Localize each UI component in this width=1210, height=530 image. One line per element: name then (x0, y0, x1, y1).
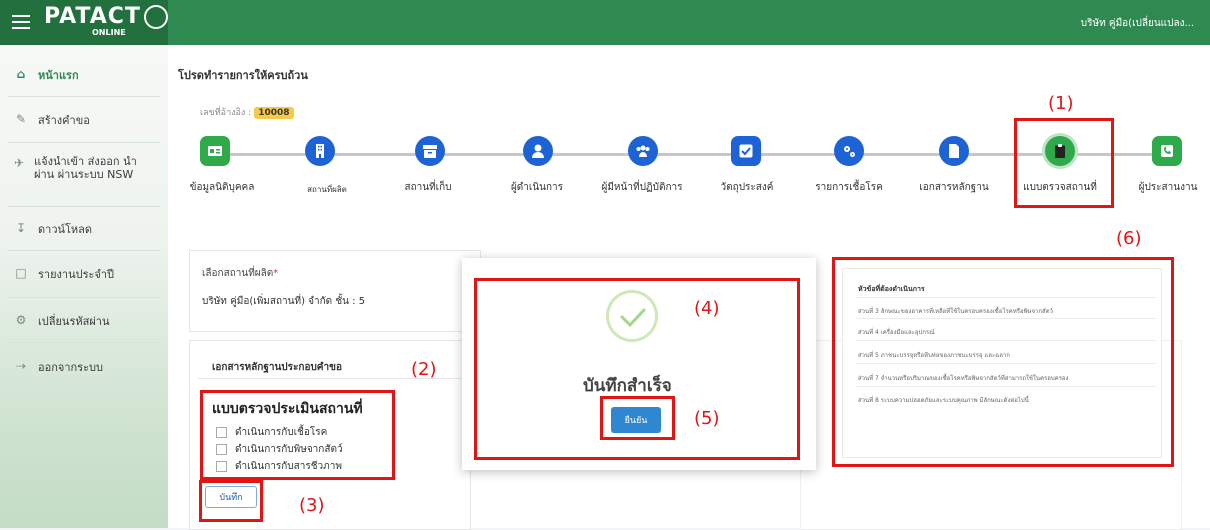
annotation-box-6 (832, 257, 1174, 467)
pencil-icon: ✎ (15, 112, 27, 126)
gears-icon: ⚙ (15, 313, 27, 327)
file-icon (949, 144, 959, 158)
reference-number: เลขที่อ้างอิง :10008 (200, 105, 294, 119)
step-label-coordinator: ผู้ประสานงาน (1138, 182, 1198, 193)
user-icon (532, 144, 544, 158)
sidebar-item-logout[interactable]: ⇢ ออกจากระบบ (0, 358, 168, 376)
id-card-icon (208, 146, 222, 156)
step-label-pathogen-list: รายการเชื้อโรค (815, 182, 883, 193)
step-label-juristic-person: ข้อมูลนิติบุคคล (189, 182, 255, 193)
logo-emblem-icon (144, 5, 168, 29)
step-label-production-site: สถานที่ผลิต (307, 185, 347, 194)
sidebar-item-label: แจ้งนำเข้า ส่งออก นำผ่าน ผ่านระบบ NSW (34, 155, 137, 181)
sidebar-item-annual-report[interactable]: □ รายงานประจำปี (0, 265, 168, 283)
annotation-box-5 (600, 396, 675, 440)
step-coordinator[interactable] (1152, 136, 1182, 166)
annotation-label-6: (6) (1116, 228, 1142, 249)
annotation-label-5: (5) (694, 408, 720, 429)
step-responsible-persons[interactable] (628, 136, 658, 166)
logo-subtext: ONLINE (92, 28, 126, 37)
step-label-purpose: วัตถุประสงค์ (720, 182, 774, 193)
sidebar-item-label: หน้าแรก (38, 69, 79, 82)
sidebar-item-create-request[interactable]: ✎ สร้างคำขอ (0, 111, 168, 129)
step-label-responsible-persons: ผู้มีหน้าที่ปฏิบัติการ (601, 182, 683, 193)
annotation-label-1: (1) (1048, 93, 1074, 114)
plane-icon: ✈ (14, 156, 25, 170)
building-icon (316, 144, 324, 158)
file-icon: □ (15, 266, 27, 280)
sign-out-icon: ⇢ (15, 359, 27, 373)
step-label-storage-site: สถานที่เก็บ (404, 182, 452, 193)
user-menu[interactable]: บริษัท คู่มือ(เปลี่ยนแปลง... (1081, 16, 1194, 31)
sidebar-item-label: รายงานประจำปี (38, 268, 115, 281)
cogs-icon (844, 146, 855, 157)
home-icon: ⌂ (16, 67, 26, 81)
step-purpose[interactable] (731, 136, 761, 166)
phone-icon (1161, 145, 1173, 157)
reference-badge: 10008 (254, 107, 294, 119)
site-select[interactable]: บริษัท คู่มือ(เพิ่มสถานที่) จำกัด ชั้น :… (202, 294, 365, 309)
menu-toggle-icon[interactable] (12, 11, 30, 31)
step-evidence-documents[interactable] (939, 136, 969, 166)
step-label-operator: ผู้ดำเนินการ (510, 182, 564, 193)
step-storage-site[interactable] (415, 136, 445, 166)
archive-icon (423, 145, 437, 158)
sidebar-item-download[interactable]: ↧ ดาวน์โหลด (0, 220, 168, 238)
annotation-box-1 (1014, 118, 1114, 208)
logo-text: PATACT (44, 4, 141, 29)
step-pathogen-list[interactable] (834, 136, 864, 166)
sidebar-item-label: ดาวน์โหลด (38, 223, 93, 236)
reference-label: เลขที่อ้างอิง : (200, 108, 252, 118)
check-square-icon (739, 144, 753, 158)
top-bar (0, 0, 1210, 45)
annotation-label-2: (2) (411, 359, 437, 380)
site-select-label: เลือกสถานที่ผลิต* (202, 268, 279, 279)
site-select-card (189, 250, 481, 332)
logo-area: PATACT ONLINE (0, 0, 168, 45)
users-icon (636, 145, 650, 157)
annotation-box-3 (199, 480, 263, 522)
sidebar-item-home[interactable]: ⌂ หน้าแรก (0, 66, 168, 84)
annotation-label-3: (3) (299, 495, 325, 516)
sidebar-item-nsw[interactable]: ✈ แจ้งนำเข้า ส่งออก นำผ่าน ผ่านระบบ NSW (0, 155, 150, 181)
sidebar-item-label: ออกจากระบบ (38, 361, 103, 374)
download-icon: ↧ (15, 221, 27, 235)
sidebar-item-label: เปลี่ยนรหัสผ่าน (38, 315, 110, 328)
step-operator[interactable] (523, 136, 553, 166)
page-title: โปรดทำรายการให้ครบถ้วน (178, 69, 308, 82)
documents-title: เอกสารหลักฐานประกอบคำขอ (212, 362, 342, 373)
sidebar-item-change-password[interactable]: ⚙ เปลี่ยนรหัสผ่าน (0, 312, 168, 330)
sidebar-item-label: สร้างคำขอ (38, 114, 90, 127)
annotation-box-2 (200, 390, 395, 480)
step-juristic-person[interactable] (200, 136, 230, 166)
step-label-evidence-documents: เอกสารหลักฐาน (919, 182, 989, 193)
annotation-label-4: (4) (694, 298, 720, 319)
step-production-site[interactable] (305, 136, 335, 166)
